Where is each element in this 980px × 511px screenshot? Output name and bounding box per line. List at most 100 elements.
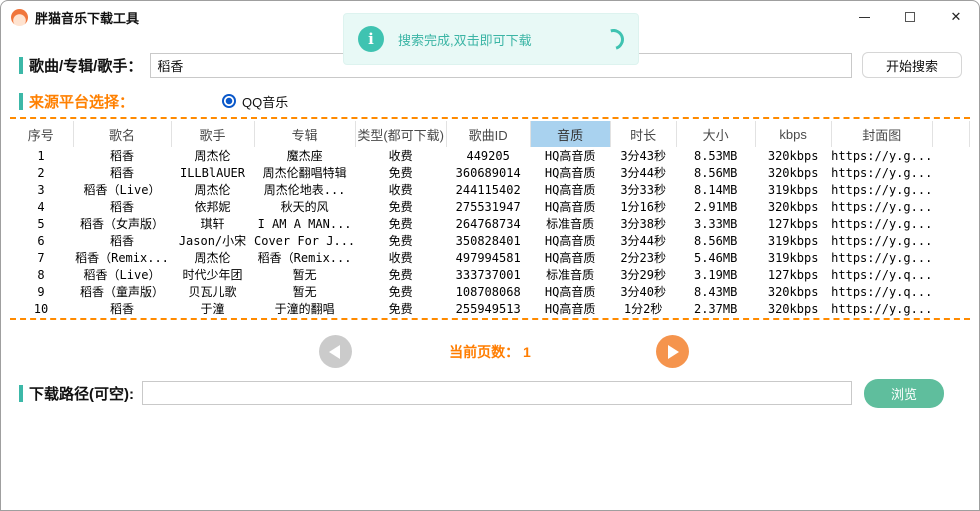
- table-cell: 收费: [355, 181, 446, 198]
- table-cell-filler: [932, 266, 969, 283]
- radio-selected-icon[interactable]: [222, 94, 236, 108]
- table-cell: 2.37MB: [676, 300, 755, 317]
- dashed-separator-bottom: [10, 318, 970, 320]
- start-search-button[interactable]: 开始搜索: [862, 52, 962, 78]
- column-header[interactable]: 封面图: [831, 121, 932, 147]
- current-page-label: 当前页数： 1: [1, 342, 979, 362]
- table-cell-filler: [932, 249, 969, 266]
- table-cell: 标准音质: [530, 266, 610, 283]
- table-cell-filler: [932, 147, 969, 164]
- column-header[interactable]: 歌名: [73, 121, 171, 147]
- table-cell: 3.19MB: [676, 266, 755, 283]
- table-cell: 免费: [355, 266, 446, 283]
- accent-bar: [19, 93, 23, 110]
- table-cell: https://y.g...: [831, 164, 932, 181]
- table-cell: 3.33MB: [676, 215, 755, 232]
- table-cell: 3: [9, 181, 73, 198]
- table-cell: 暂无: [254, 283, 355, 300]
- column-header[interactable]: kbps: [755, 121, 831, 147]
- table-cell: 免费: [355, 300, 446, 317]
- column-header-filler: [932, 121, 969, 147]
- table-cell: 333737001: [446, 266, 530, 283]
- table-cell: 收费: [355, 147, 446, 164]
- table-cell: 周杰伦翻唱特辑: [254, 164, 355, 181]
- table-cell: https://y.g...: [831, 198, 932, 215]
- column-header[interactable]: 大小: [676, 121, 755, 147]
- table-cell: 稻香（Live）: [73, 266, 171, 283]
- table-cell: HQ高音质: [530, 198, 610, 215]
- table-cell: 319kbps: [755, 232, 831, 249]
- table-cell: 8.53MB: [676, 147, 755, 164]
- table-cell: 稻香: [73, 164, 171, 181]
- table-row[interactable]: 2稻香ILLBlAUER周杰伦翻唱特辑免费360689014HQ高音质3分44秒…: [9, 164, 969, 181]
- table-cell: 3分44秒: [610, 164, 676, 181]
- table-cell: 于潼的翻唱: [254, 300, 355, 317]
- download-path-input[interactable]: [142, 381, 852, 405]
- close-button[interactable]: ✕: [933, 1, 979, 33]
- table-row[interactable]: 6稻香Jason/小宋Cover For J...免费350828401HQ高音…: [9, 232, 969, 249]
- table-cell: https://y.g...: [831, 215, 932, 232]
- table-cell: 320kbps: [755, 164, 831, 181]
- table-row[interactable]: 9稻香（童声版）贝瓦儿歌暂无免费108708068HQ高音质3分40秒8.43M…: [9, 283, 969, 300]
- table-cell: I AM A MAN...: [254, 215, 355, 232]
- table-cell: 周杰伦地表...: [254, 181, 355, 198]
- table-cell: 8.56MB: [676, 164, 755, 181]
- info-icon: i: [358, 26, 384, 52]
- app-window: 胖猫音乐下载工具 ✕ 歌曲/专辑/歌手： 开始搜索 来源平台选择： QQ音乐 序…: [0, 0, 980, 511]
- table-row[interactable]: 3稻香（Live）周杰伦周杰伦地表...收费244115402HQ高音质3分33…: [9, 181, 969, 198]
- platform-option-qq[interactable]: QQ音乐: [222, 92, 288, 111]
- column-header[interactable]: 专辑: [254, 121, 355, 147]
- table-row[interactable]: 7稻香（Remix...周杰伦稻香（Remix...收费497994581HQ高…: [9, 249, 969, 266]
- table-cell: https://y.g...: [831, 181, 932, 198]
- column-header[interactable]: 歌曲ID: [446, 121, 530, 147]
- table-body: 1稻香周杰伦魔杰座收费449205HQ高音质3分43秒8.53MB320kbps…: [9, 147, 969, 317]
- table-cell: 9: [9, 283, 73, 300]
- table-cell: 3分44秒: [610, 232, 676, 249]
- table-cell: 108708068: [446, 283, 530, 300]
- table-cell: 6: [9, 232, 73, 249]
- column-header[interactable]: 歌手: [171, 121, 254, 147]
- next-page-button[interactable]: [656, 335, 689, 368]
- results-table-area: 序号歌名歌手专辑类型(都可下载)歌曲ID音质时长大小kbps封面图 1稻香周杰伦…: [9, 121, 970, 317]
- table-cell: 5.46MB: [676, 249, 755, 266]
- column-header[interactable]: 时长: [610, 121, 676, 147]
- window-title: 胖猫音乐下载工具: [35, 8, 139, 27]
- table-cell: 免费: [355, 283, 446, 300]
- column-header[interactable]: 音质: [530, 121, 610, 147]
- accent-bar: [19, 57, 23, 74]
- minimize-button[interactable]: [841, 1, 887, 33]
- table-cell: 320kbps: [755, 283, 831, 300]
- table-cell: HQ高音质: [530, 283, 610, 300]
- maximize-button[interactable]: [887, 1, 933, 33]
- column-header[interactable]: 序号: [9, 121, 73, 147]
- table-cell: 1分16秒: [610, 198, 676, 215]
- minimize-icon: [859, 17, 870, 18]
- table-cell: 350828401: [446, 232, 530, 249]
- results-table: 序号歌名歌手专辑类型(都可下载)歌曲ID音质时长大小kbps封面图 1稻香周杰伦…: [9, 121, 970, 317]
- table-row[interactable]: 1稻香周杰伦魔杰座收费449205HQ高音质3分43秒8.53MB320kbps…: [9, 147, 969, 164]
- table-cell: 依邦妮: [171, 198, 254, 215]
- table-cell: 稻香（Remix...: [254, 249, 355, 266]
- table-cell: 秋天的风: [254, 198, 355, 215]
- table-row[interactable]: 4稻香依邦妮秋天的风免费275531947HQ高音质1分16秒2.91MB320…: [9, 198, 969, 215]
- table-cell: ILLBlAUER: [171, 164, 254, 181]
- accent-bar: [19, 385, 23, 402]
- browse-button[interactable]: 浏览: [864, 379, 944, 408]
- next-arrow-icon: [668, 345, 679, 359]
- table-row[interactable]: 10稻香于潼于潼的翻唱免费255949513HQ高音质1分2秒2.37MB320…: [9, 300, 969, 317]
- table-cell: 2: [9, 164, 73, 181]
- table-cell: 449205: [446, 147, 530, 164]
- table-cell: 稻香: [73, 232, 171, 249]
- table-cell: 320kbps: [755, 198, 831, 215]
- table-row[interactable]: 8稻香（Live）时代少年团暂无免费333737001标准音质3分29秒3.19…: [9, 266, 969, 283]
- table-row[interactable]: 5稻香（女声版）琪轩I AM A MAN...免费264768734标准音质3分…: [9, 215, 969, 232]
- table-cell: Jason/小宋: [171, 232, 254, 249]
- table-cell: 255949513: [446, 300, 530, 317]
- table-cell: 127kbps: [755, 266, 831, 283]
- table-cell: 8: [9, 266, 73, 283]
- column-header[interactable]: 类型(都可下载): [355, 121, 446, 147]
- table-cell: 3分38秒: [610, 215, 676, 232]
- current-page-number: 1: [523, 344, 531, 360]
- table-cell: 8.14MB: [676, 181, 755, 198]
- table-cell: 周杰伦: [171, 249, 254, 266]
